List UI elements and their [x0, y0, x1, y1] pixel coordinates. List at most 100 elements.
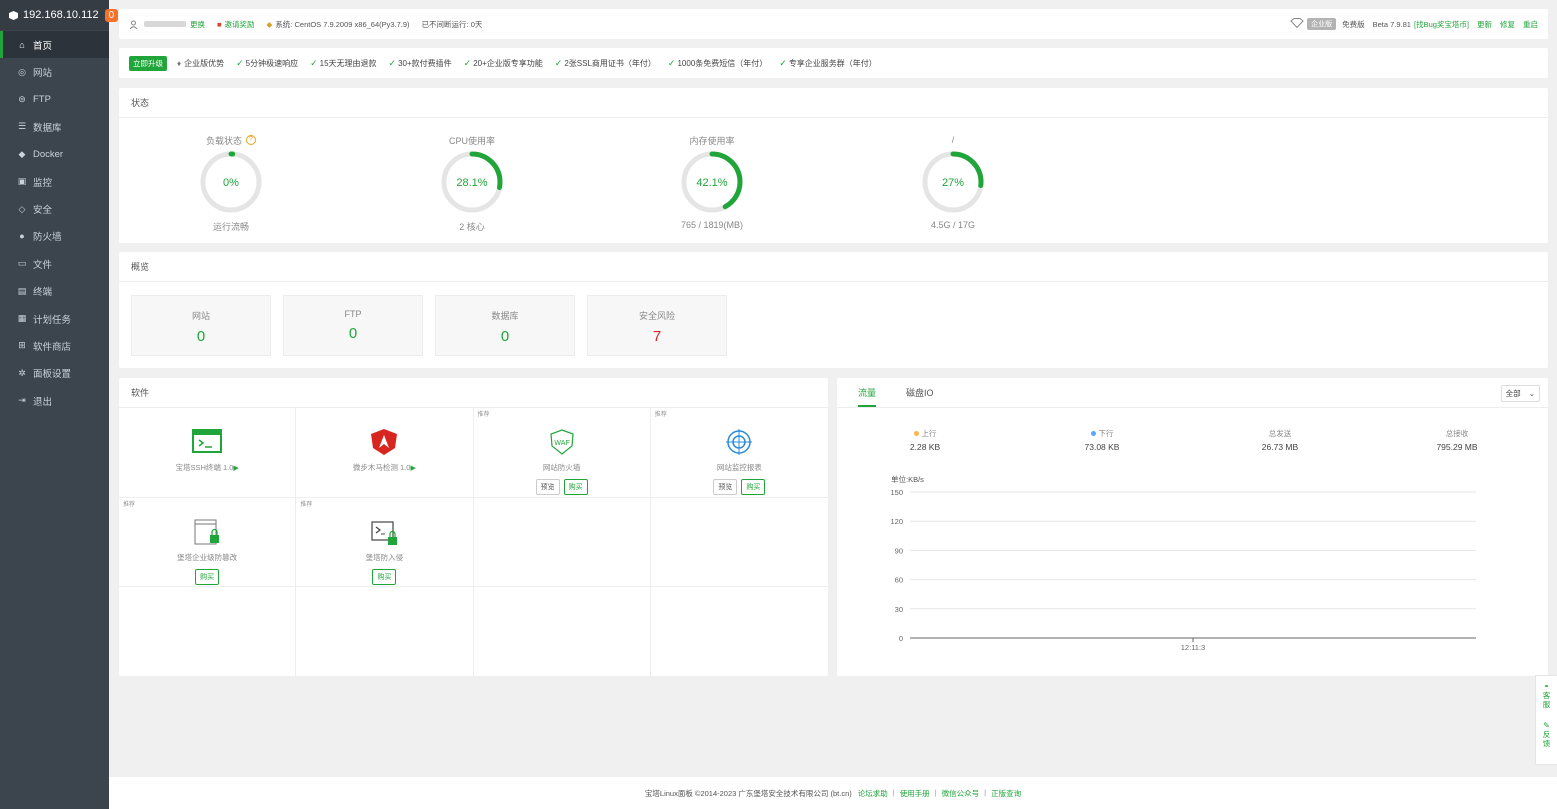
footer-link[interactable]: 使用手册 [900, 788, 930, 799]
software-cell [119, 587, 297, 677]
feature-item: ✓ 1000条免费短信（年付） [668, 58, 767, 69]
sidebar-item-2[interactable]: ⊜ FTP [0, 86, 109, 113]
feature-list: ✓ 5分钟极速响应 ✓ 15天无理由退款 ✓ 30+款付费插件 ✓ 20+企业版专享功能 ✓ 2张… [236, 58, 889, 69]
check-icon: ✓ [463, 57, 472, 68]
preview-button[interactable]: 预览 [713, 479, 738, 495]
update-link[interactable]: 更新 [1477, 19, 1492, 30]
y-tick-label: 0 [899, 634, 903, 643]
footer-link[interactable]: 正版查询 [991, 788, 1021, 799]
overview-value: 7 [652, 328, 662, 345]
gauge-ring: 27% [922, 151, 984, 213]
threatbook-shield-icon [369, 428, 399, 456]
switch-account-link[interactable]: 更换 [190, 19, 205, 30]
sidebar-item-6[interactable]: ◇ 安全 [0, 195, 109, 222]
stat-label: 上行 [860, 428, 990, 439]
footer-link[interactable]: 论坛求助 [858, 788, 888, 799]
enterprise-tag[interactable]: 企业版 [1307, 18, 1337, 30]
sidebar-item-0[interactable]: ⌂ 首页 [0, 31, 109, 59]
gauge-ring: 28.1% [441, 151, 503, 213]
buy-button[interactable]: 购买 [563, 479, 588, 495]
sidebar-item-label: 软件商店 [33, 341, 72, 353]
help-icon[interactable]: ? [246, 135, 256, 145]
gauge-sub: 运行流畅 [212, 222, 249, 232]
software-item-5[interactable]: 推荐 堡塔防入侵 购买 [296, 497, 474, 587]
sidebar-header[interactable]: 192.168.10.112 0 [0, 0, 119, 30]
traffic-stat-0: 上行 2.28 KB [860, 428, 990, 452]
recommend-tag: 推荐 [123, 501, 136, 508]
software-item-0[interactable]: 宝塔SSH终端 1.0▶ [119, 408, 297, 498]
overview-box-0[interactable]: 网站 0 [131, 295, 271, 356]
upgrade-now-button[interactable]: 立即升级 [129, 55, 167, 71]
main-area: 更换 ■ 邀请奖励 ◆ 系统: CentOS 7.9.2009 x86_64(P… [109, 0, 1557, 809]
gauge-title-text: / [951, 135, 955, 145]
bug-bounty-link[interactable]: [找Bug奖宝塔币] [1414, 19, 1469, 30]
overview-value: 0 [500, 328, 510, 345]
footer-link[interactable]: 微信公众号 [942, 788, 980, 799]
stat-label-text: 上行 [921, 429, 937, 438]
database-icon: ☰ [17, 121, 27, 132]
shield-icon: ◇ [18, 203, 26, 214]
enterprise-advantages: ♦ 企业版优势 [177, 58, 224, 69]
feedback-button[interactable]: ✎ 反馈 [1542, 721, 1551, 748]
stat-value: 795.29 MB [1436, 442, 1478, 452]
software-name-text: 堡塔企业级防篡改 [177, 552, 238, 562]
sidebar-item-8[interactable]: ▭ 文件 [0, 250, 109, 277]
software-item-4[interactable]: 推荐堡塔企业级防篡改购买 [119, 497, 297, 587]
software-item-2[interactable]: 推荐 WAF 网站防火墙 预览 购买 [473, 408, 651, 498]
feature-label: 5分钟极速响应 [245, 58, 299, 68]
buy-button[interactable]: 购买 [195, 568, 220, 585]
status-panel: 状态 负载状态? 0% 运行流畅 CPU使用率 28.1% 2 核心 内存使用率 42.1% 7… [119, 88, 1548, 243]
gauge-2[interactable]: 内存使用率 42.1% 765 / 1819(MB) [637, 118, 787, 231]
interface-select-value: 全部 [1505, 389, 1521, 398]
preview-button[interactable]: 预览 [535, 479, 560, 495]
customer-service-button[interactable]: ◓ 客服 [1542, 682, 1551, 709]
software-buttons: 购买 [296, 568, 472, 585]
sidebar-item-10[interactable]: ▦ 计划任务 [0, 305, 109, 332]
sidebar-item-4[interactable]: ◆ Docker [0, 141, 109, 168]
legend-dot-icon [1090, 431, 1096, 436]
play-icon[interactable]: ▶ [410, 465, 415, 472]
home-icon: ⌂ [19, 39, 25, 50]
restart-link[interactable]: 重启 [1523, 19, 1538, 30]
apps-icon: ⊞ [18, 340, 26, 351]
overview-box-3[interactable]: 安全风险 7 [587, 295, 727, 356]
gauge-1[interactable]: CPU使用率 28.1% 2 核心 [397, 118, 547, 233]
stat-label-text: 下行 [1098, 429, 1114, 438]
software-name: 宝塔SSH终端 1.0▶ [119, 462, 295, 473]
system-info-text: 系统: CentOS 7.9.2009 x86_64(Py3.7.9) [275, 19, 410, 29]
overview-box-2[interactable]: 数据库 0 [435, 295, 575, 356]
system-info: ◆ 系统: CentOS 7.9.2009 x86_64(Py3.7.9) [267, 19, 410, 30]
gauge-sub: 4.5G / 17G [930, 220, 976, 230]
gauge-0[interactable]: 负载状态? 0% 运行流畅 [156, 118, 306, 233]
sidebar-item-3[interactable]: ☰ 数据库 [0, 113, 109, 140]
repair-link[interactable]: 修复 [1500, 19, 1515, 30]
sidebar-item-12[interactable]: ✲ 面板设置 [0, 360, 109, 387]
masked-username [144, 21, 186, 27]
sidebar-item-7[interactable]: ● 防火墙 [0, 223, 109, 250]
sidebar-item-13[interactable]: ⇥ 退出 [0, 387, 109, 414]
y-tick-label: 60 [895, 576, 903, 585]
sidebar-item-label: 监控 [33, 177, 53, 189]
sidebar-item-label: 退出 [33, 396, 53, 408]
sidebar-item-9[interactable]: ▤ 终端 [0, 278, 109, 305]
software-item-1[interactable]: 微步木马检测 1.0▶ [296, 408, 474, 498]
software-item-3[interactable]: 推荐 网站监控报表 预览 购买 [650, 408, 828, 498]
invite-reward[interactable]: ■ 邀请奖励 [217, 19, 255, 30]
overview-box-1[interactable]: FTP 0 [283, 295, 423, 356]
sidebar-item-11[interactable]: ⊞ 软件商店 [0, 332, 109, 359]
sidebar-item-5[interactable]: ▣ 监控 [0, 168, 109, 195]
buy-button[interactable]: 购买 [372, 568, 397, 585]
tab-disk-io[interactable]: 磁盘IO [906, 386, 934, 407]
software-name-text: 宝塔SSH终端 1.0 [175, 463, 234, 472]
footer-separator: | [892, 787, 895, 797]
interface-select[interactable]: 全部 ⌄ [1500, 385, 1540, 402]
tab-traffic[interactable]: 流量 [858, 386, 877, 407]
terminal-icon: ▤ [17, 285, 27, 296]
buy-button[interactable]: 购买 [741, 479, 766, 495]
gauge-3[interactable]: / 27% 4.5G / 17G [878, 118, 1028, 230]
sidebar-item-1[interactable]: ◎ 网站 [0, 58, 109, 85]
play-icon[interactable]: ▶ [233, 465, 238, 472]
floating-service-bar: ◓ 客服 ✎ 反馈 [1535, 675, 1557, 765]
stat-label: 下行 [1037, 428, 1167, 439]
software-cell [296, 587, 474, 677]
